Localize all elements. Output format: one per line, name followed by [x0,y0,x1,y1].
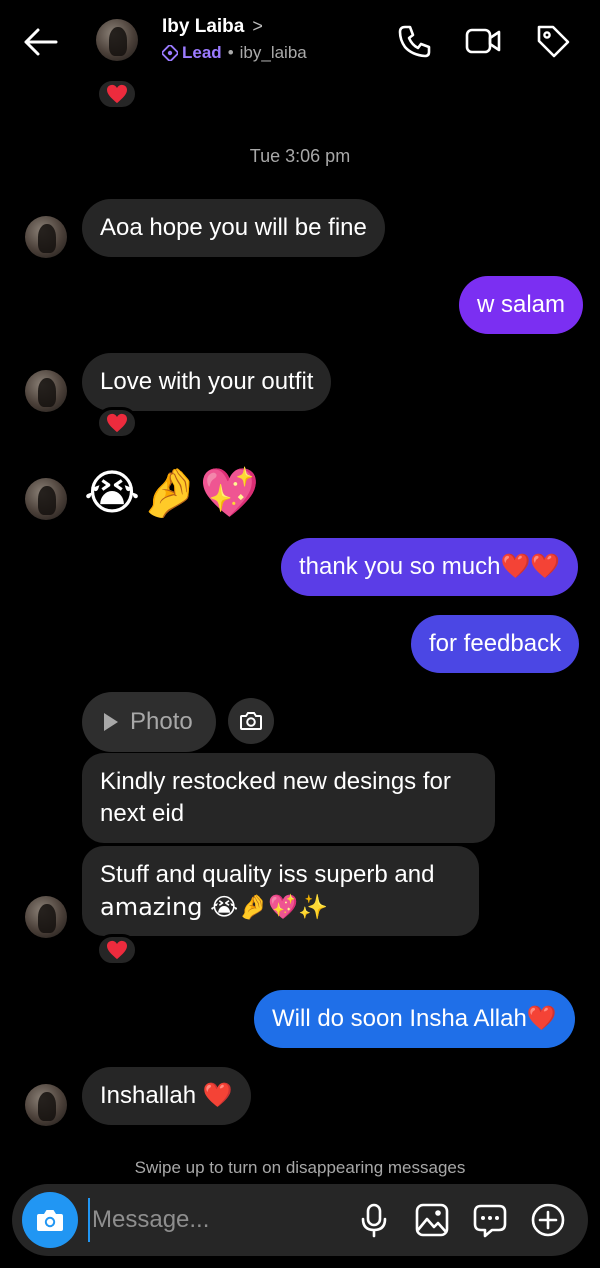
contact-username: iby_laiba [239,43,307,62]
separator-dot: • [227,43,234,62]
heart-icon [107,413,127,433]
message-input[interactable] [88,1198,338,1242]
play-icon [104,713,118,731]
incoming-message[interactable]: Kindly restocked new desings for next ei… [82,753,495,843]
emoji-message[interactable]: 😭🤌💖 [84,463,260,523]
tag-label-icon[interactable] [534,22,572,60]
heart-reaction[interactable] [96,934,138,966]
camera-icon [37,1210,63,1231]
camera-button[interactable] [22,1192,78,1248]
message-line: Stuff and quality iss superb and [100,861,435,888]
video-call-icon[interactable] [464,22,502,60]
timestamp: Tue 3:06 pm [249,146,351,166]
photo-label: Photo [130,708,193,735]
lead-label: Lead [162,43,222,63]
incoming-message[interactable]: Inshallah ❤️ [82,1067,251,1125]
message-line: amazing 😭🤌💖✨ [100,893,328,921]
outgoing-message[interactable]: thank you so much❤️❤️ [281,538,579,596]
phone-call-icon[interactable] [396,22,434,60]
message-composer [12,1184,588,1256]
outgoing-message[interactable]: Will do soon Insha Allah❤️ [254,990,575,1048]
contact-avatar[interactable] [96,19,138,61]
heart-reaction[interactable] [96,407,138,439]
add-plus-icon[interactable] [530,1202,566,1238]
view-once-camera-button[interactable] [228,698,274,744]
outgoing-message[interactable]: for feedback [411,615,580,673]
contact-name: Iby Laiba [162,16,245,37]
contact-avatar[interactable] [25,1084,67,1126]
contact-title[interactable]: Iby Laiba > Lead • iby_laiba [162,16,307,63]
chat-header: Iby Laiba > Lead • iby_laiba [0,0,600,84]
contact-avatar[interactable] [25,216,67,258]
heart-icon [107,84,127,104]
photo-attachment[interactable]: Photo [82,692,216,752]
back-arrow-icon[interactable] [20,22,60,62]
message-line: next eid [100,800,185,827]
contact-avatar[interactable] [25,896,67,938]
contact-avatar[interactable] [25,370,67,412]
sticker-chat-icon[interactable] [472,1202,508,1238]
disappearing-messages-hint[interactable]: Swipe up to turn on disappearing message… [0,1158,600,1178]
camera-icon [240,712,262,730]
incoming-message[interactable]: Stuff and quality iss superb and amazing… [82,846,479,936]
gallery-image-icon[interactable] [414,1202,450,1238]
contact-avatar[interactable] [25,478,67,520]
lead-icon [162,45,178,61]
lead-text: Lead [182,43,222,62]
incoming-message[interactable]: Love with your outfit [82,353,332,411]
incoming-message[interactable]: Aoa hope you will be fine [82,199,385,257]
heart-reaction[interactable] [96,78,138,110]
microphone-icon[interactable] [356,1202,392,1238]
chevron-right-icon: > [252,16,263,36]
message-line: Kindly restocked new desings for [100,768,451,795]
heart-icon [107,940,127,960]
outgoing-message[interactable]: w salam [459,276,584,334]
